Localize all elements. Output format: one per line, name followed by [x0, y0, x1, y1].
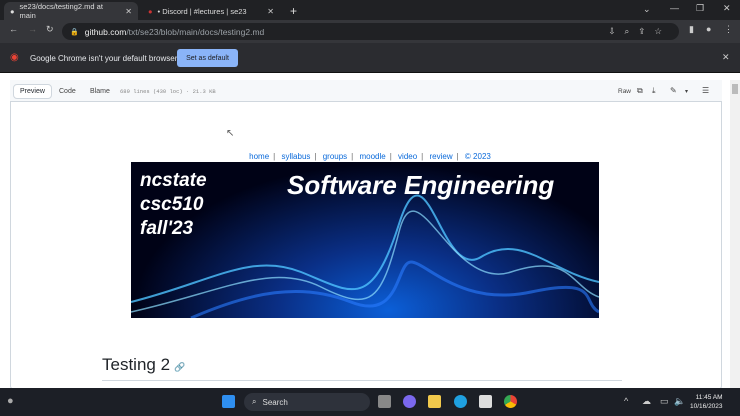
address-bar[interactable]: 🔒 github.com/txt/se23/blob/main/docs/tes… — [62, 23, 679, 40]
scrollbar[interactable] — [730, 80, 740, 388]
show-hidden-icons[interactable]: ^ — [624, 396, 628, 406]
forward-icon[interactable]: → — [28, 24, 37, 34]
raw-button[interactable]: Raw — [618, 88, 631, 95]
tab-code[interactable]: Code — [53, 84, 82, 99]
link-video[interactable]: video — [398, 152, 417, 161]
menu-icon[interactable]: ⋮ — [724, 24, 733, 35]
divider — [102, 380, 622, 381]
link-groups[interactable]: groups — [323, 152, 347, 161]
link-review[interactable]: review — [429, 152, 452, 161]
tab-preview[interactable]: Preview — [13, 84, 52, 99]
tab-bar: ● se23/docs/testing2.md at main ✕ ● • Disco… — [0, 0, 740, 20]
clock[interactable]: 11:45 AM 10/16/2023 — [690, 393, 723, 411]
teams-chat-icon[interactable] — [403, 395, 416, 408]
close-tab-icon[interactable]: ✕ — [125, 7, 132, 16]
reload-icon[interactable]: ↻ — [46, 24, 54, 35]
bookmark-star-icon: ☆ — [654, 26, 671, 36]
link-syllabus[interactable]: syllabus — [281, 152, 310, 161]
link-moodle[interactable]: moodle — [359, 152, 385, 161]
tab-discord[interactable]: ● • Discord | #lectures | se23 ✕ — [142, 2, 280, 20]
tab-github[interactable]: ● se23/docs/testing2.md at main ✕ — [4, 2, 138, 20]
scrollbar-thumb[interactable] — [732, 84, 738, 94]
weather-icon[interactable]: ● — [7, 395, 14, 407]
lock-icon: 🔒 — [70, 28, 79, 36]
chrome-taskbar-icon[interactable] — [504, 395, 517, 408]
copy-icon[interactable]: ⧉ — [637, 86, 643, 96]
network-icon[interactable]: ▭ — [660, 396, 669, 407]
github-icon: ● — [10, 6, 15, 16]
taskbar-search[interactable]: ⌕ Search — [244, 393, 370, 411]
onedrive-icon[interactable]: ☁ — [642, 396, 651, 407]
minimize-button[interactable]: — — [670, 3, 679, 13]
section-heading: Testing 2 🔗 — [102, 355, 186, 374]
edge-icon[interactable] — [454, 395, 467, 408]
default-browser-infobar: ◉ Google Chrome isn't your default brows… — [0, 43, 740, 73]
anchor-link-icon[interactable]: 🔗 — [174, 362, 185, 372]
outline-icon[interactable]: ☰ — [702, 86, 709, 95]
install-icon: ⇩ — [608, 26, 625, 36]
share-icon: ⇪ — [638, 26, 655, 36]
wave-graphic — [131, 194, 599, 318]
start-button[interactable] — [222, 395, 235, 408]
back-icon[interactable]: ← — [9, 24, 18, 34]
maximize-button[interactable]: ❐ — [696, 3, 704, 14]
edit-pencil-icon[interactable]: ✎ — [670, 86, 677, 95]
mouse-cursor-icon: ↖ — [226, 128, 235, 139]
chrome-icon: ◉ — [10, 52, 19, 63]
taskbar: ● ^ ☁ ▭ 🔈 — [0, 388, 740, 416]
close-infobar-icon[interactable]: ✕ — [722, 52, 730, 63]
course-banner-image: ncstate csc510 fall'23 Software Engineer… — [131, 162, 599, 318]
discord-icon: ● — [148, 6, 153, 16]
task-view-icon[interactable] — [378, 395, 391, 408]
close-window-button[interactable]: ✕ — [723, 3, 731, 14]
search-icon: ⌕ — [252, 397, 257, 406]
volume-icon[interactable]: 🔈 — [674, 396, 685, 407]
nav-links: home | syllabus | groups | moodle | video | r… — [249, 152, 491, 161]
link-copyright[interactable]: © 2023 — [465, 152, 491, 161]
set-default-button[interactable]: Set as default — [177, 49, 238, 67]
download-icon[interactable]: ⤓ — [652, 86, 656, 96]
new-tab-button[interactable]: + — [284, 2, 303, 20]
omnibox-actions[interactable]: ⇩⌕⇪☆ — [608, 26, 671, 37]
zoom-icon: ⌕ — [624, 26, 639, 36]
profile-icon[interactable]: ● — [706, 24, 711, 34]
link-home[interactable]: home — [249, 152, 269, 161]
edit-dropdown-icon[interactable]: ▾ — [685, 88, 688, 95]
tab-search-icon[interactable]: ⌄ — [643, 4, 651, 15]
sidebar-icon[interactable]: ▮ — [689, 24, 694, 35]
file-explorer-icon[interactable] — [428, 395, 441, 408]
store-icon[interactable] — [479, 395, 492, 408]
file-header — [10, 80, 722, 102]
tab-blame[interactable]: Blame — [84, 84, 116, 99]
close-tab-icon[interactable]: ✕ — [267, 7, 274, 16]
